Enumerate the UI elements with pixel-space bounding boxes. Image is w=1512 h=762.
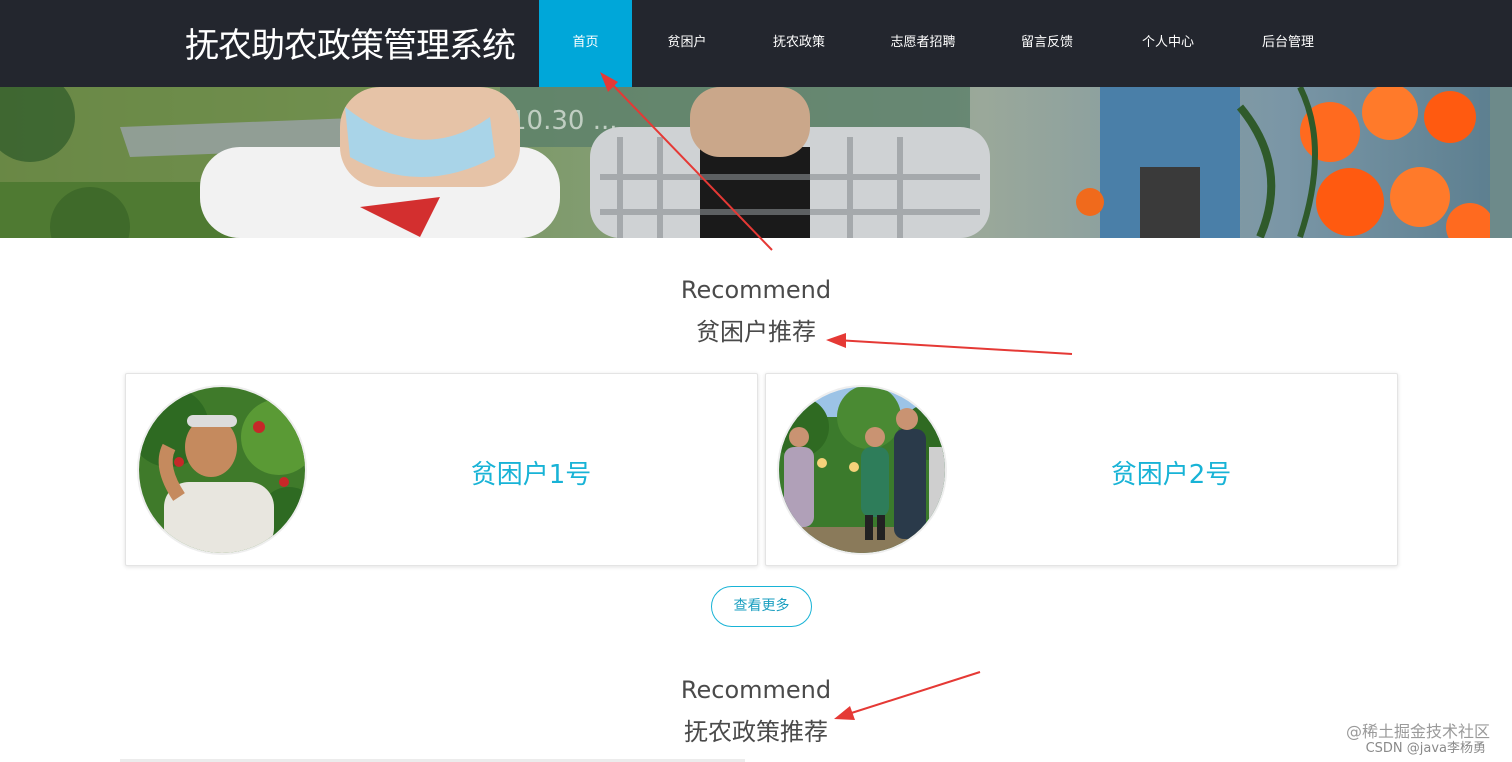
site-title: 抚农助农政策管理系统: [185, 26, 516, 66]
nav-item-personal-center[interactable]: 个人中心: [1123, 0, 1213, 87]
nav-item-home[interactable]: 首页: [539, 0, 632, 87]
policy-section-subtitle-en: Recommend: [680, 676, 832, 704]
poor-household-card[interactable]: 贫困户1号: [125, 373, 758, 566]
nav-item-volunteer-recruit[interactable]: 志愿者招聘: [875, 0, 971, 87]
nav-item-feedback[interactable]: 留言反馈: [1003, 0, 1091, 87]
svg-text:10.30 ...: 10.30 ...: [510, 106, 618, 136]
policy-section-title: 抚农政策推荐: [684, 718, 828, 746]
poor-section-title: 贫困户推荐: [696, 318, 816, 346]
poor-household-photo[interactable]: [777, 385, 947, 555]
view-more-button[interactable]: 查看更多: [711, 586, 812, 627]
poor-household-name[interactable]: 贫困户1号: [406, 454, 656, 491]
poor-section-subtitle-en: Recommend: [680, 276, 832, 304]
watermark-csdn: CSDN @java李杨勇: [1365, 741, 1486, 756]
top-navbar: 抚农助农政策管理系统 首页 贫困户 抚农政策 志愿者招聘 留言反馈 个人中心 后…: [0, 0, 1512, 87]
nav-item-admin[interactable]: 后台管理: [1243, 0, 1333, 87]
nav-item-poor-households[interactable]: 贫困户: [644, 0, 730, 87]
poor-household-name[interactable]: 贫困户2号: [1046, 454, 1296, 491]
poor-household-photo[interactable]: [137, 385, 307, 555]
nav-item-policies[interactable]: 抚农政策: [753, 0, 845, 87]
hero-banner-image[interactable]: 10.30 ...: [0, 87, 1512, 238]
poor-household-card[interactable]: 贫困户2号: [765, 373, 1398, 566]
